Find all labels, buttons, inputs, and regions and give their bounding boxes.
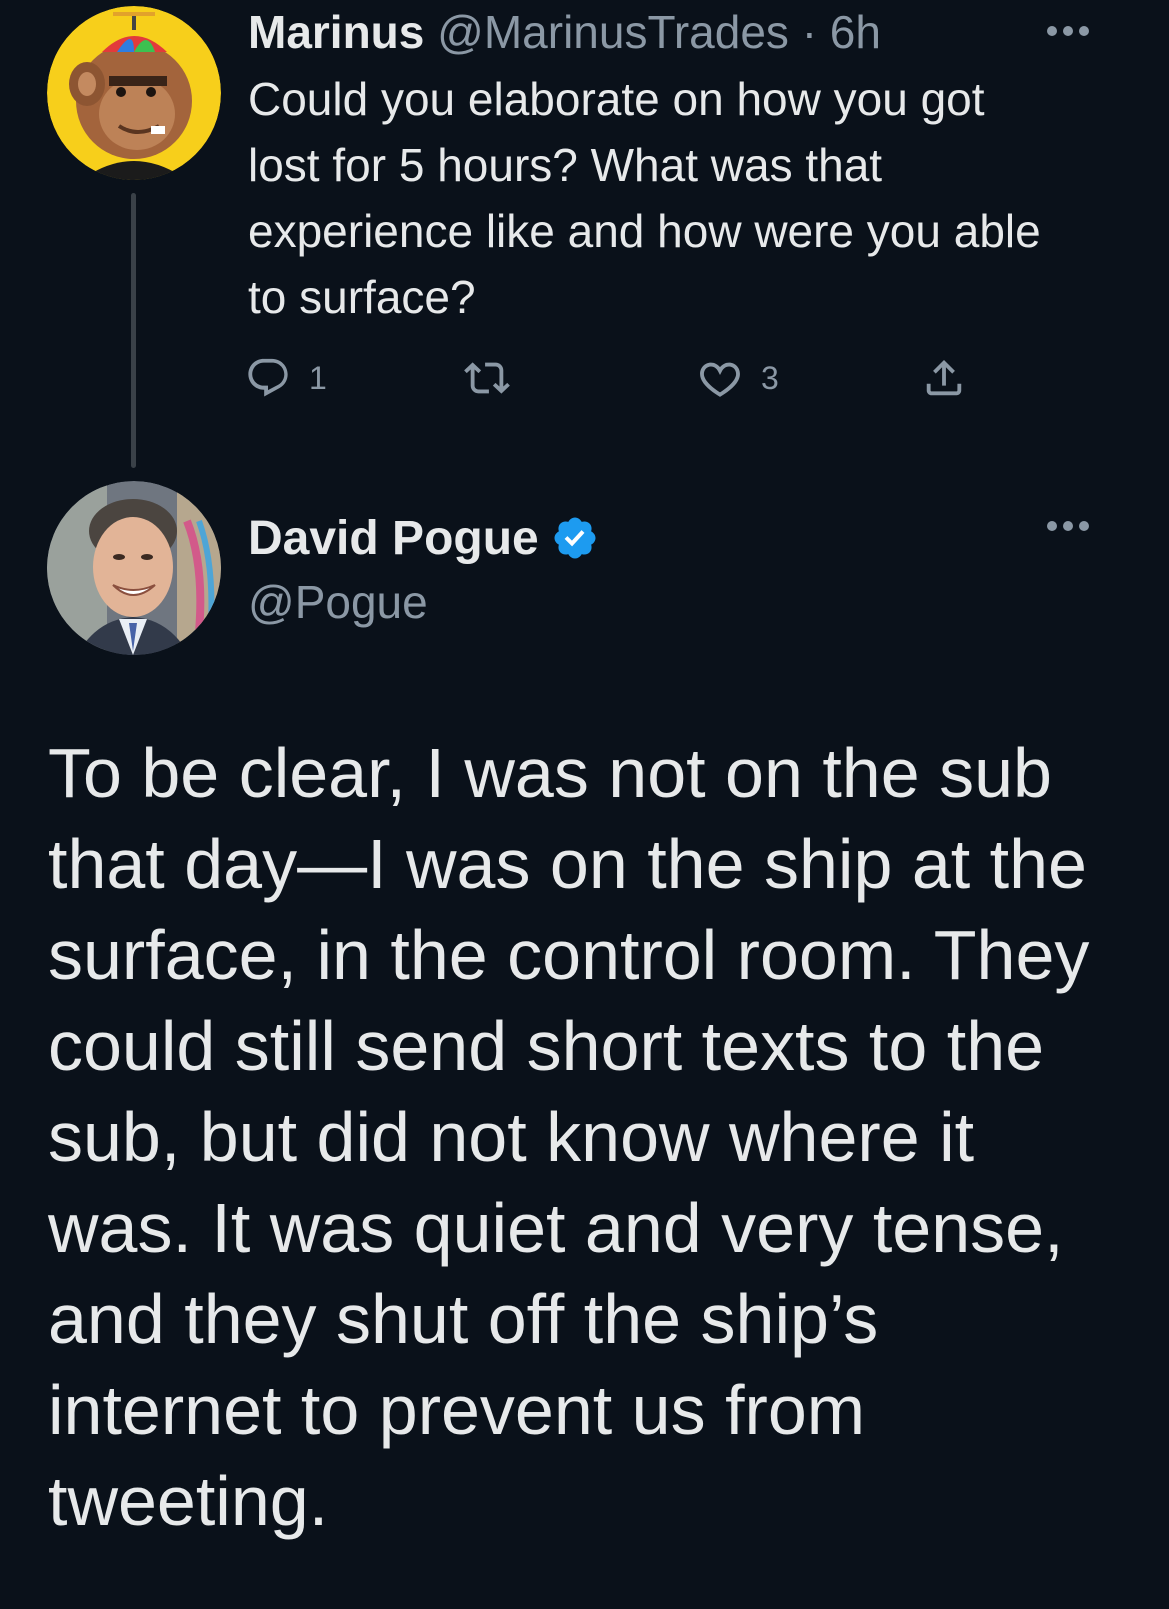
reply-action-reply[interactable]: 1	[245, 355, 327, 401]
thread-line	[131, 193, 136, 468]
heart-icon	[697, 355, 743, 401]
main-more-icon[interactable]	[1045, 519, 1091, 533]
reply-count: 1	[309, 359, 327, 396]
reply-author-name[interactable]: Marinus	[248, 6, 424, 58]
reply-action-retweet[interactable]	[462, 355, 530, 401]
marinus-avatar[interactable]	[47, 6, 221, 180]
retweet-icon	[462, 355, 512, 401]
reply-header: Marinus @MarinusTrades · 6h	[248, 2, 881, 62]
main-tweet-text: To be clear, I was not on the sub that d…	[48, 734, 1090, 1540]
reply-text: Could you elaborate on how you got lost …	[248, 73, 1041, 323]
reply-handle-time[interactable]: @MarinusTrades · 6h	[437, 6, 881, 58]
verified-badge-icon	[551, 514, 599, 562]
reply-action-like[interactable]: 3	[697, 355, 779, 401]
share-icon	[921, 355, 967, 401]
main-author-name[interactable]: David Pogue	[248, 511, 539, 566]
pogue-avatar[interactable]	[47, 481, 221, 655]
like-count: 3	[761, 359, 779, 396]
reply-more-icon[interactable]	[1045, 24, 1091, 38]
reply-icon	[245, 355, 291, 401]
main-author-handle[interactable]: @Pogue	[248, 572, 428, 632]
main-author: David Pogue	[248, 508, 599, 568]
reply-action-share[interactable]	[921, 355, 967, 401]
